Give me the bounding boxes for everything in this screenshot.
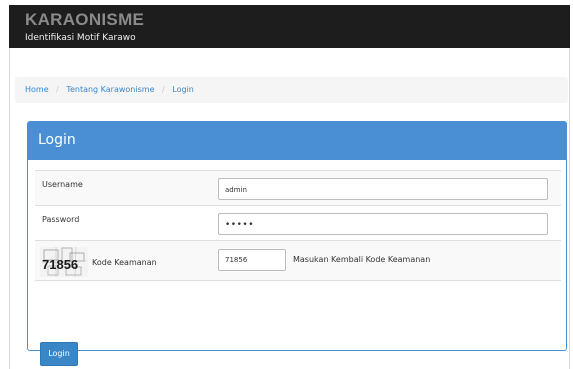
login-form: Username admin Password ••••• 71856 Kode…: [35, 170, 561, 281]
username-input[interactable]: admin: [218, 178, 548, 200]
password-row: Password •••••: [35, 205, 561, 240]
breadcrumb-about-link[interactable]: Tentang Karawonisme: [66, 85, 154, 94]
breadcrumb-home-link[interactable]: Home: [25, 85, 49, 94]
captcha-input[interactable]: 71856: [218, 249, 286, 271]
breadcrumb: Home / Tentang Karawonisme / Login: [15, 77, 568, 103]
captcha-code: 71856: [42, 257, 79, 272]
login-panel: Login Username admin Password ••••• 7185…: [27, 121, 567, 351]
login-button[interactable]: Login: [40, 342, 78, 366]
captcha-image: 71856: [40, 247, 88, 277]
captcha-hint: Masukan Kembali Kode Keamanan: [293, 255, 431, 264]
breadcrumb-separator: /: [56, 85, 59, 94]
page: KARAONISME Identifikasi Motif Karawo Hom…: [0, 0, 573, 369]
main-content: Home / Tentang Karawonisme / Login Login…: [9, 48, 570, 369]
breadcrumb-separator: /: [162, 85, 165, 94]
brand-subtitle: Identifikasi Motif Karawo: [25, 33, 136, 43]
captcha-label: Kode Keamanan: [92, 258, 157, 267]
panel-title: Login: [28, 122, 566, 160]
breadcrumb-current[interactable]: Login: [172, 85, 194, 94]
captcha-row: 71856 Kode Keamanan 71856 Masukan Kembal…: [35, 240, 561, 281]
password-label: Password: [42, 215, 80, 224]
app-header: KARAONISME Identifikasi Motif Karawo: [9, 5, 570, 48]
username-row: Username admin: [35, 170, 561, 205]
username-label: Username: [42, 180, 83, 189]
password-mask: •••••: [225, 220, 255, 230]
brand-title[interactable]: KARAONISME: [25, 11, 570, 29]
password-input[interactable]: •••••: [218, 213, 548, 235]
